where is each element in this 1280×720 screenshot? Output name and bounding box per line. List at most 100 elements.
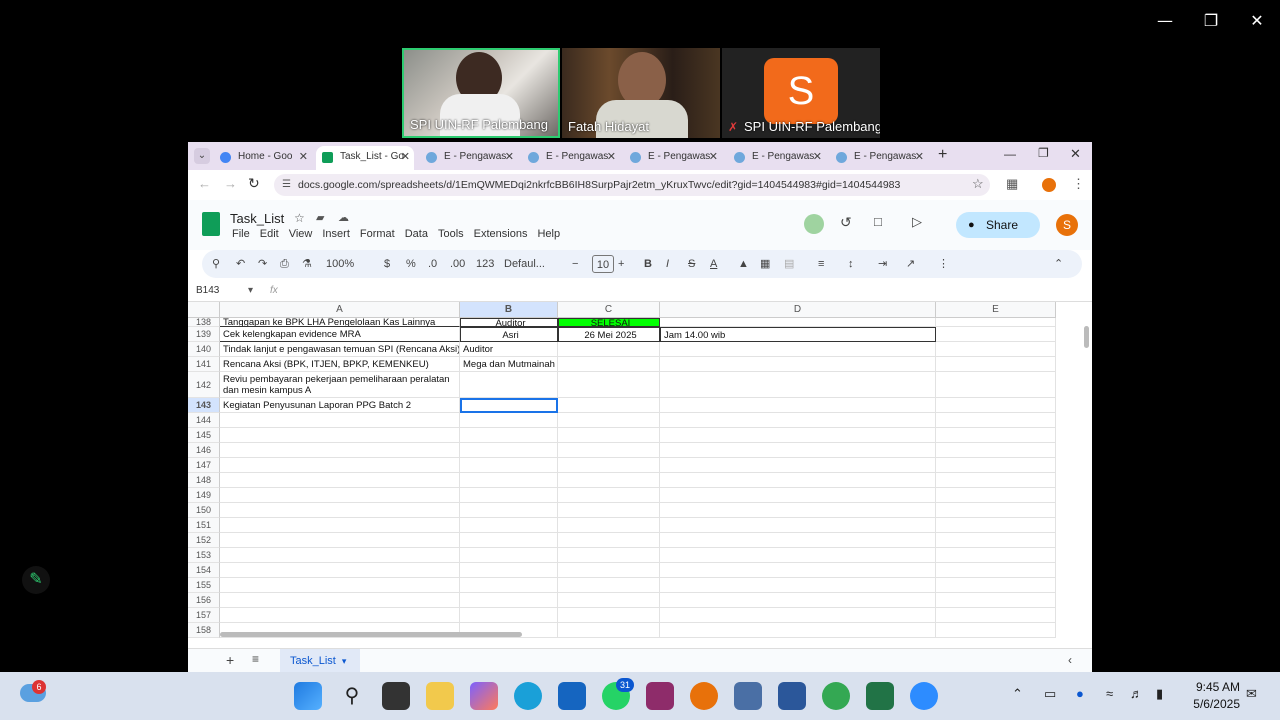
sheet-tab-task-list[interactable]: Task_List ▾ xyxy=(280,649,360,672)
new-tab-icon[interactable]: + xyxy=(938,146,947,164)
reload-icon[interactable]: ↻ xyxy=(248,175,260,192)
move-icon[interactable]: ▰ xyxy=(316,211,324,224)
close-button[interactable]: ✕ xyxy=(1070,146,1081,162)
font-size-increase-icon[interactable]: + xyxy=(618,255,624,273)
italic-icon[interactable]: I xyxy=(666,255,669,273)
cell-a157[interactable] xyxy=(220,608,460,623)
cell-a155[interactable] xyxy=(220,578,460,593)
cell-d144[interactable] xyxy=(660,413,936,428)
bookmark-star-icon[interactable]: ☆ xyxy=(972,176,984,192)
cell-d151[interactable] xyxy=(660,518,936,533)
cell-e142[interactable] xyxy=(936,372,1056,398)
cell-d150[interactable] xyxy=(660,503,936,518)
menu-data[interactable]: Data xyxy=(405,228,428,240)
cell-a151[interactable] xyxy=(220,518,460,533)
pdf-app-icon[interactable] xyxy=(646,682,674,710)
cell-e151[interactable] xyxy=(936,518,1056,533)
cell-a143[interactable]: Kegiatan Penyusunan Laporan PPG Batch 2 xyxy=(220,398,460,413)
cell-a153[interactable] xyxy=(220,548,460,563)
row-header[interactable]: 156 xyxy=(188,593,220,608)
cell-e157[interactable] xyxy=(936,608,1056,623)
row-header[interactable]: 139 xyxy=(188,327,220,342)
site-info-icon[interactable]: ☰ xyxy=(282,174,291,196)
cell-e158[interactable] xyxy=(936,623,1056,638)
meet-icon[interactable]: ▷ xyxy=(912,214,922,230)
cell-b146[interactable] xyxy=(460,443,558,458)
close-tab-icon[interactable]: ✕ xyxy=(915,146,924,168)
cell-d154[interactable] xyxy=(660,563,936,578)
cell-b150[interactable] xyxy=(460,503,558,518)
print-icon[interactable]: ⎙ xyxy=(280,255,289,273)
battery-icon[interactable]: ▮ xyxy=(1156,686,1163,702)
name-box-dropdown-icon[interactable]: ▾ xyxy=(248,285,253,296)
text-wrap-icon[interactable]: ⇥ xyxy=(878,255,887,273)
task-view-icon[interactable] xyxy=(382,682,410,710)
menu-file[interactable]: File xyxy=(232,228,250,240)
cell-c138[interactable]: SELESAI xyxy=(558,318,660,327)
menu-extensions[interactable]: Extensions xyxy=(474,228,528,240)
file-explorer-icon[interactable] xyxy=(426,682,454,710)
cell-e149[interactable] xyxy=(936,488,1056,503)
cell-c141[interactable] xyxy=(558,357,660,372)
cell-e153[interactable] xyxy=(936,548,1056,563)
cell-a150[interactable] xyxy=(220,503,460,518)
cell-e139[interactable] xyxy=(936,327,1056,342)
cell-c158[interactable] xyxy=(558,623,660,638)
close-tab-icon[interactable]: ✕ xyxy=(607,146,616,168)
cell-d157[interactable] xyxy=(660,608,936,623)
cell-a146[interactable] xyxy=(220,443,460,458)
font-select[interactable]: Defaul... xyxy=(504,255,545,273)
tab-task-list[interactable]: Task_List - Go ✕ xyxy=(316,146,414,170)
cell-a138[interactable]: Tanggapan ke BPK LHA Pengelolaan Kas Lai… xyxy=(220,318,460,327)
cell-b140[interactable]: Auditor xyxy=(460,342,558,357)
text-rotation-icon[interactable]: ↗ xyxy=(906,255,915,273)
cell-d149[interactable] xyxy=(660,488,936,503)
user-avatar[interactable]: S xyxy=(1056,214,1078,236)
cell-b148[interactable] xyxy=(460,473,558,488)
cell-d147[interactable] xyxy=(660,458,936,473)
profile-avatar-icon[interactable] xyxy=(1042,178,1056,192)
row-header[interactable]: 146 xyxy=(188,443,220,458)
cell-b138[interactable]: Auditor xyxy=(460,318,558,327)
row-header[interactable]: 141 xyxy=(188,357,220,372)
calculator-icon[interactable] xyxy=(734,682,762,710)
cell-d145[interactable] xyxy=(660,428,936,443)
cell-d155[interactable] xyxy=(660,578,936,593)
edge-icon[interactable] xyxy=(514,682,542,710)
cell-e152[interactable] xyxy=(936,533,1056,548)
cell-e148[interactable] xyxy=(936,473,1056,488)
cell-c152[interactable] xyxy=(558,533,660,548)
cell-b144[interactable] xyxy=(460,413,558,428)
cell-e147[interactable] xyxy=(936,458,1056,473)
cell-b154[interactable] xyxy=(460,563,558,578)
cell-c147[interactable] xyxy=(558,458,660,473)
chrome-menu-icon[interactable]: ⋮ xyxy=(1072,176,1085,192)
copilot-icon[interactable] xyxy=(470,682,498,710)
restore-button[interactable]: ❐ xyxy=(1038,146,1049,160)
row-header[interactable]: 150 xyxy=(188,503,220,518)
percent-button[interactable]: % xyxy=(406,255,416,273)
cell-d142[interactable] xyxy=(660,372,936,398)
cell-a154[interactable] xyxy=(220,563,460,578)
cell-c145[interactable] xyxy=(558,428,660,443)
cell-a144[interactable] xyxy=(220,413,460,428)
comments-icon[interactable]: □ xyxy=(874,214,882,229)
row-header[interactable]: 151 xyxy=(188,518,220,533)
column-header-e[interactable]: E xyxy=(936,302,1056,318)
chrome-icon[interactable] xyxy=(822,682,850,710)
volume-icon[interactable]: ♬ xyxy=(1130,686,1143,701)
align-horizontal-icon[interactable]: ≡ xyxy=(818,255,824,273)
row-header[interactable]: 142 xyxy=(188,372,220,398)
show-hidden-icons-icon[interactable]: ⌃ xyxy=(1012,686,1023,702)
paint-format-icon[interactable]: ⚗ xyxy=(302,255,312,273)
cell-e154[interactable] xyxy=(936,563,1056,578)
cell-d158[interactable] xyxy=(660,623,936,638)
tab-pengawasan[interactable]: E - Pengawas ✕ xyxy=(420,146,518,170)
strikethrough-icon[interactable]: S xyxy=(688,255,695,273)
redo-icon[interactable]: ↷ xyxy=(258,255,267,273)
row-header[interactable]: 145 xyxy=(188,428,220,443)
fill-color-icon[interactable]: ▲ xyxy=(738,255,749,273)
close-tab-icon[interactable]: ✕ xyxy=(401,146,410,168)
microphone-icon[interactable]: ● xyxy=(1076,686,1084,701)
tab-pengawasan[interactable]: E - Pengawas ✕ xyxy=(830,146,928,170)
